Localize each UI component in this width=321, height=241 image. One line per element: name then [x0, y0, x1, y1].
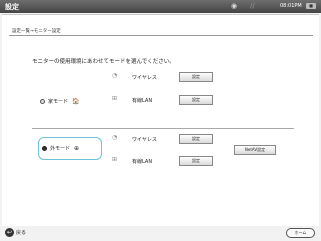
outdoor-mode-option[interactable]: 外モード ⊕ — [42, 145, 79, 152]
globe-icon: ◉ — [231, 2, 238, 10]
wired-lan-icon: ⊞ — [112, 95, 118, 102]
clock: 08:01PM — [280, 3, 302, 9]
wireless-icon: ◔ — [112, 134, 118, 141]
wired-lan-label: 有線LAN — [132, 159, 153, 165]
home-mode-option[interactable]: 家モード 🏠 — [40, 98, 80, 105]
wired-lan-icon: ⊞ — [112, 156, 118, 163]
battery-icon: ■ — [306, 3, 316, 9]
signal-icon: ∕∕ — [250, 2, 255, 10]
wireless-label: ワイヤレス — [132, 137, 157, 143]
breadcrumb: 設定一覧→モニター設定 — [12, 29, 61, 34]
outdoor-wireless-setting-button[interactable]: 設定 — [179, 134, 213, 144]
back-button[interactable]: ↩ 戻る — [5, 228, 26, 237]
section-divider — [32, 128, 294, 129]
divider — [9, 35, 313, 36]
netav-setting-button[interactable]: NetAV設定 — [234, 145, 276, 155]
home-mode-label: 家モード — [48, 99, 69, 105]
building-icon: ⊕ — [74, 145, 80, 152]
wireless-label: ワイヤレス — [132, 75, 157, 81]
window-title: 設定 — [5, 3, 19, 11]
back-label: 戻る — [16, 230, 27, 236]
outdoor-mode-label: 外モード — [50, 146, 71, 152]
home-mode-radio[interactable] — [40, 99, 45, 104]
settings-panel: 設定一覧→モニター設定 モニターの使用環境にあわせてモードを選んでください。 家… — [2, 14, 319, 226]
wireless-icon: ◔ — [112, 72, 118, 79]
instruction-text: モニターの使用環境にあわせてモードを選んでください。 — [32, 59, 175, 65]
outdoor-mode-radio[interactable] — [42, 146, 47, 151]
home-wired-setting-button[interactable]: 設定 — [179, 95, 213, 105]
house-icon: 🏠 — [72, 98, 80, 105]
outdoor-wired-setting-button[interactable]: 設定 — [179, 156, 213, 166]
title-bar: 設定 ◉ ∕∕ 08:01PM ■ — [0, 0, 321, 13]
home-button[interactable]: ホーム — [286, 228, 315, 238]
wired-lan-label: 有線LAN — [132, 98, 153, 104]
home-wireless-setting-button[interactable]: 設定 — [179, 72, 213, 82]
back-arrow-icon: ↩ — [5, 228, 14, 237]
